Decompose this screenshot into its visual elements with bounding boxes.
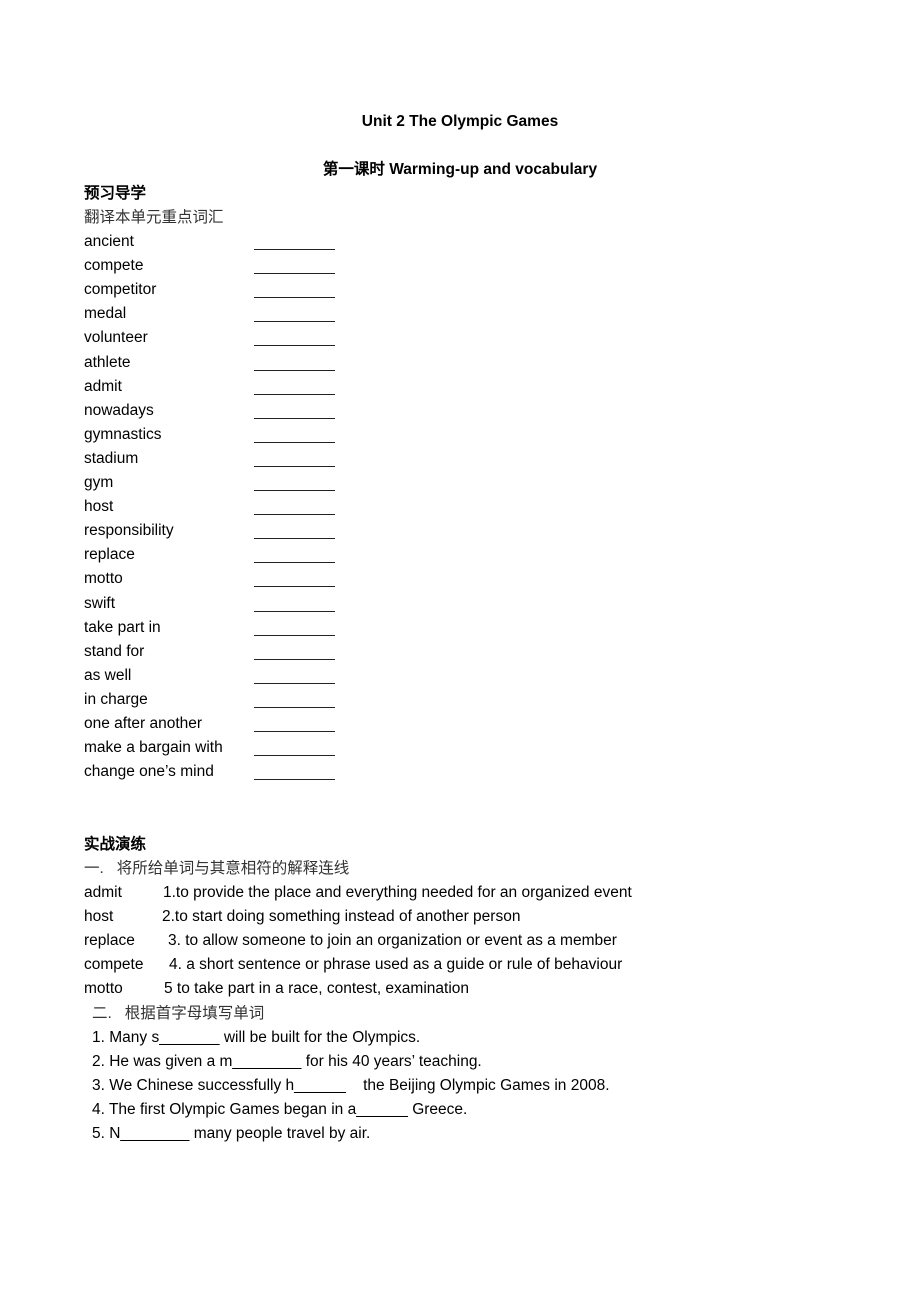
match-definition: 1.to provide the place and everything ne… <box>163 884 632 901</box>
translation-blank[interactable] <box>254 538 335 540</box>
translation-blank[interactable] <box>254 490 335 491</box>
exercise1-instruction: 一. 将所给单词与其意相符的解释连线 <box>84 860 350 877</box>
translation-blank[interactable] <box>254 682 335 684</box>
match-definition: 4. a short sentence or phrase used as a … <box>169 956 623 974</box>
lesson-subtitle: 第一课时 Warming-up and vocabulary <box>322 161 598 178</box>
match-word: host <box>84 908 114 926</box>
translation-blank[interactable] <box>254 610 335 612</box>
vocab-word: nowadays <box>84 401 154 419</box>
vocab-word: gym <box>84 474 114 491</box>
translation-blank[interactable] <box>254 634 335 636</box>
translation-blank[interactable] <box>254 514 335 516</box>
vocab-word: stadium <box>84 449 139 467</box>
translation-blank[interactable] <box>254 731 335 732</box>
vocab-word: as well <box>84 666 132 684</box>
fill-in-sentence: 4. The first Olympic Games began in a___… <box>92 1101 468 1119</box>
vocab-word: stand for <box>84 642 145 660</box>
translation-blank[interactable] <box>254 441 335 443</box>
match-word: compete <box>84 956 144 974</box>
vocab-word: make a bargain with <box>84 739 223 757</box>
translation-blank[interactable] <box>254 297 335 299</box>
practice-heading: 实战演练 <box>84 836 147 853</box>
match-definition: 3. to allow someone to join an organizat… <box>168 932 617 950</box>
vocab-word: replace <box>84 546 135 564</box>
vocab-word: responsibility <box>84 522 174 540</box>
translation-blank[interactable] <box>254 393 335 395</box>
translation-blank[interactable] <box>254 345 335 347</box>
translation-blank[interactable] <box>254 586 335 588</box>
preview-instruction: 翻译本单元重点词汇 <box>84 209 224 226</box>
vocab-word: gymnastics <box>84 425 162 443</box>
translation-blank[interactable] <box>254 249 335 250</box>
fill-in-sentence: 5. N________ many people travel by air. <box>92 1125 371 1143</box>
match-definition: 5 to take part in a race, contest, exami… <box>164 980 470 998</box>
translation-blank[interactable] <box>254 465 335 467</box>
exercise2-instruction: 二. 根据首字母填写单词 <box>92 1005 265 1022</box>
vocab-word: compete <box>84 257 144 275</box>
preview-heading: 预习导学 <box>84 185 147 202</box>
match-definition: 2.to start doing something instead of an… <box>162 908 521 926</box>
translation-blank[interactable] <box>254 417 335 419</box>
vocab-word: volunteer <box>84 329 148 347</box>
translation-blank[interactable] <box>254 706 335 708</box>
match-word: replace <box>84 932 135 950</box>
translation-blank[interactable] <box>254 779 335 781</box>
fill-in-sentence: 1. Many s_______ will be built for the O… <box>92 1029 421 1046</box>
vocab-word: change one’s mind <box>84 763 214 781</box>
vocab-word: athlete <box>84 353 131 371</box>
translation-blank[interactable] <box>254 562 335 564</box>
vocab-word: take part in <box>84 618 161 636</box>
translation-blank[interactable] <box>254 321 335 323</box>
translation-blank[interactable] <box>254 369 335 371</box>
page-title: Unit 2 The Olympic Games <box>361 113 559 130</box>
translation-blank[interactable] <box>254 273 335 275</box>
translation-blank[interactable] <box>254 755 335 757</box>
translation-blank[interactable] <box>254 658 335 660</box>
vocab-word: swift <box>84 594 115 612</box>
vocab-word: one after another <box>84 715 203 732</box>
vocab-word: motto <box>84 570 123 588</box>
vocab-word: in charge <box>84 690 148 708</box>
match-word: motto <box>84 980 123 998</box>
vocab-word: medal <box>84 305 127 323</box>
vocab-word: host <box>84 498 114 516</box>
fill-in-sentence: 3. We Chinese successfully h______ the B… <box>92 1077 610 1095</box>
fill-in-sentence: 2. He was given a m________ for his 40 y… <box>92 1053 482 1071</box>
vocab-word: admit <box>84 377 122 395</box>
match-word: admit <box>84 884 122 901</box>
vocab-word: competitor <box>84 281 157 299</box>
vocab-word: ancient <box>84 233 134 250</box>
